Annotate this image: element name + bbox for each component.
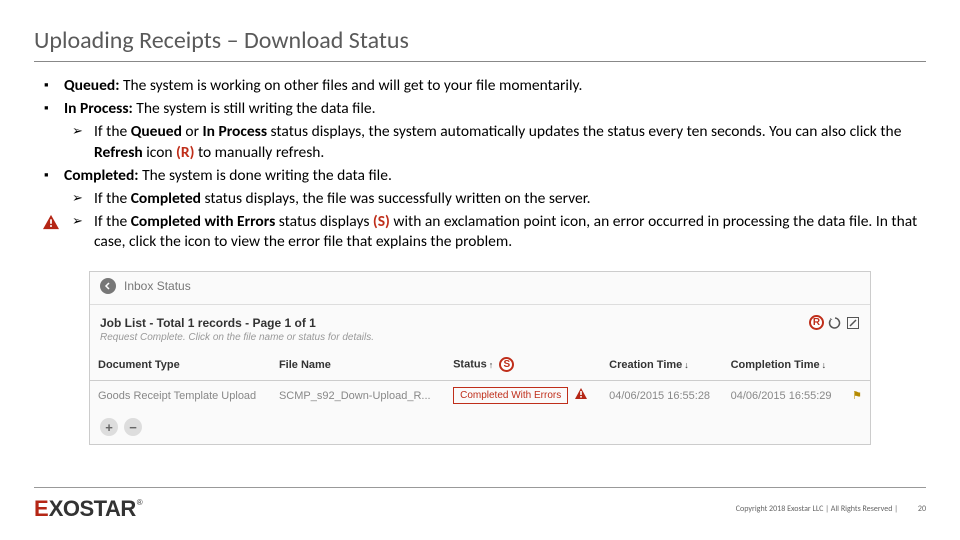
table-row[interactable]: Goods Receipt Template Upload SCMP_s92_D…	[90, 381, 870, 411]
bullet-completed: Completed: The system is done writing th…	[34, 166, 926, 187]
ss-joblist-bar: Job List - Total 1 records - Page 1 of 1…	[90, 305, 870, 330]
t: Refresh	[94, 143, 143, 162]
sort-asc-icon: ↑	[489, 360, 494, 370]
cell-completion: 04/06/2015 16:55:29	[723, 381, 845, 411]
cell-doctype: Goods Receipt Template Upload	[90, 381, 271, 411]
warning-icon	[42, 214, 60, 237]
edit-icon[interactable]	[846, 316, 860, 330]
ref-r: (R)	[176, 143, 194, 162]
sort-desc-icon: ↓	[822, 360, 827, 370]
ss-subtext: Request Complete. Click on the file name…	[90, 330, 870, 351]
page-title: Uploading Receipts – Download Status	[34, 26, 926, 62]
inprocess-text: The system is still writing the data fil…	[133, 99, 376, 118]
t: to manually refresh.	[194, 143, 324, 162]
error-icon[interactable]	[575, 390, 587, 402]
inbox-status-screenshot: Inbox Status Job List - Total 1 records …	[89, 271, 871, 445]
col-completion-label: Completion Time	[731, 359, 820, 371]
callout-s: S	[499, 357, 514, 372]
logo-registered: ®	[137, 498, 143, 507]
logo-e: E	[34, 496, 48, 522]
sort-desc-icon: ↓	[684, 360, 689, 370]
ss-footer: + −	[90, 410, 870, 444]
t: In Process	[203, 122, 268, 141]
col-status-label: Status	[453, 359, 487, 371]
copyright-text: Copyright 2018 Exostar LLC | All Rights …	[736, 504, 898, 514]
col-completion[interactable]: Completion Time↓	[723, 351, 845, 381]
queued-label: Queued:	[64, 76, 119, 95]
t: If the	[94, 212, 131, 231]
back-icon[interactable]	[100, 278, 116, 294]
bullet-completed-sub1: If the Completed status displays, the fi…	[34, 189, 926, 210]
col-flag	[844, 351, 870, 381]
cell-flag[interactable]: ⚑	[844, 381, 870, 411]
t: status displays, the system automaticall…	[267, 122, 901, 141]
callout-r: R	[809, 315, 824, 330]
refresh-icon[interactable]	[828, 316, 842, 330]
cell-filename[interactable]: SCMP_s92_Down-Upload_R...	[271, 381, 445, 411]
bullet-queued: Queued: The system is working on other f…	[34, 76, 926, 97]
t: Completed with Errors	[131, 212, 276, 231]
queued-text: The system is working on other files and…	[119, 76, 582, 95]
add-button[interactable]: +	[100, 418, 118, 436]
logo-rest: XOSTAR	[49, 496, 136, 522]
completed-text: The system is done writing the data file…	[139, 166, 392, 185]
joblist-title: Job List - Total 1 records - Page 1 of 1	[100, 316, 316, 330]
t: Queued	[131, 122, 182, 141]
t: status displays	[275, 212, 373, 231]
slide: Uploading Receipts – Download Status Que…	[0, 0, 960, 540]
bullet-completed-sub2: If the Completed with Errors status disp…	[34, 212, 926, 254]
ss-header: Inbox Status	[90, 272, 870, 305]
ref-s: (S)	[373, 212, 390, 231]
t: icon	[143, 143, 176, 162]
remove-button[interactable]: −	[124, 418, 142, 436]
cell-status[interactable]: Completed With Errors	[445, 381, 601, 411]
col-creation-label: Creation Time	[609, 359, 682, 371]
job-table: Document Type File Name Status↑ S Creati…	[90, 351, 870, 410]
t: Completed	[131, 189, 201, 208]
inprocess-label: In Process:	[64, 99, 133, 118]
body-text: Queued: The system is working on other f…	[34, 76, 926, 253]
exostar-logo: EXOSTAR®	[34, 496, 143, 522]
t: If the	[94, 189, 131, 208]
t: status displays, the file was successful…	[201, 189, 591, 208]
col-filename[interactable]: File Name	[271, 351, 445, 381]
cell-creation: 04/06/2015 16:55:28	[601, 381, 722, 411]
t: or	[182, 122, 203, 141]
col-creation[interactable]: Creation Time↓	[601, 351, 722, 381]
col-doctype[interactable]: Document Type	[90, 351, 271, 381]
page-number: 20	[918, 504, 926, 514]
col-status[interactable]: Status↑ S	[445, 351, 601, 381]
completed-label: Completed:	[64, 166, 139, 185]
slide-footer: EXOSTAR® Copyright 2018 Exostar LLC | Al…	[34, 487, 926, 522]
bullet-inprocess-sub: If the Queued or In Process status displ…	[34, 122, 926, 164]
flag-icon: ⚑	[852, 390, 862, 402]
ss-actions: R	[809, 315, 860, 330]
t: If the	[94, 122, 131, 141]
status-pill: Completed With Errors	[453, 387, 568, 404]
bullet-inprocess: In Process: The system is still writing …	[34, 99, 926, 120]
ss-header-title: Inbox Status	[124, 279, 191, 293]
